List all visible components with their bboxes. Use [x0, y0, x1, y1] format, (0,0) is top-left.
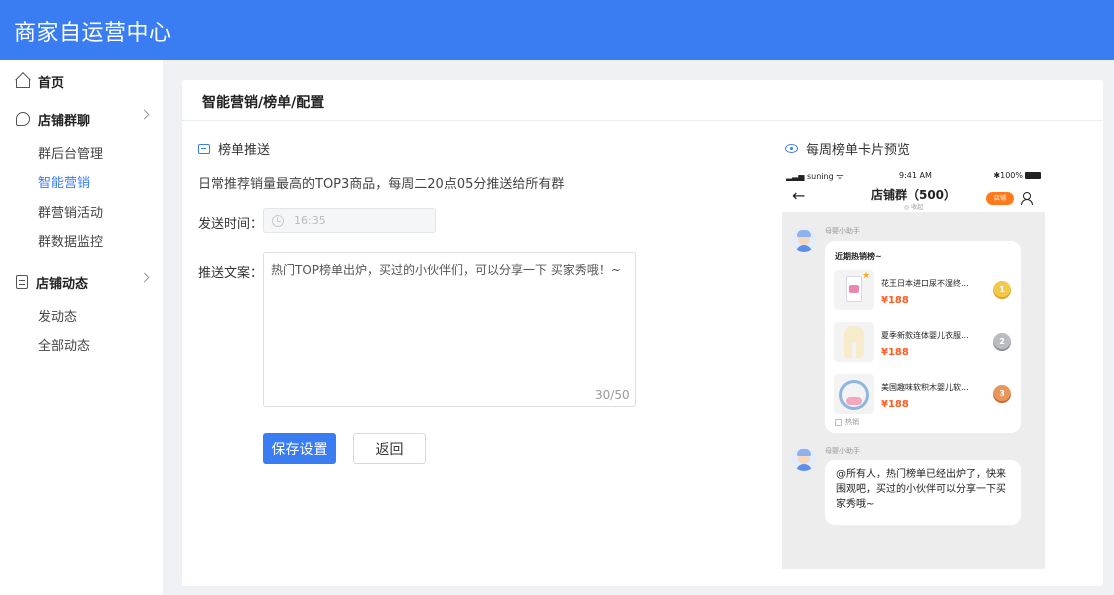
battery-icon — [1025, 172, 1041, 179]
preview-title-text: 每周榜单卡片预览 — [806, 143, 911, 158]
char-counter: 30/50 — [595, 388, 630, 402]
document-icon — [16, 275, 28, 289]
message-bubble: @所有人，热门榜单已经出炉了，快来围观吧，买过的小伙伴可以分享一下买家秀哦~ — [825, 460, 1021, 525]
shop-badge[interactable]: 店铺 — [986, 192, 1014, 205]
top-bar: 商家自运营中心 — [0, 0, 1114, 60]
sidebar-item-all-posts[interactable]: 全部动态 — [38, 337, 90, 357]
divider — [182, 120, 1103, 121]
back-button[interactable]: 返回 — [353, 433, 426, 464]
chevron-right-icon — [139, 272, 150, 283]
product-price: ¥188 — [881, 295, 909, 306]
sidebar-item-label: 首页 — [38, 75, 65, 91]
message-label: 推送文案： — [198, 266, 264, 281]
avatar — [792, 447, 816, 471]
product-thumbnail: ★ — [834, 270, 874, 310]
product-name: 花王日本进口尿不湿终... — [881, 279, 969, 288]
sidebar-item-post[interactable]: 发动态 — [38, 308, 77, 328]
sidebar-item-label: 店铺动态 — [36, 276, 89, 292]
sidebar-item-home[interactable]: 首页 — [16, 70, 148, 92]
product-thumbnail — [834, 322, 874, 362]
product-price: ¥188 — [881, 399, 909, 410]
product-name: 夏季新款连体婴儿衣服... — [881, 331, 969, 340]
sidebar-item-group-monitor[interactable]: 群数据监控 — [38, 233, 103, 253]
ranking-item[interactable]: 美国趣味软积木婴儿软... ¥188 3 — [834, 374, 1014, 414]
product-thumbnail — [834, 374, 874, 414]
status-battery: ✱ 100% — [993, 171, 1041, 180]
section-title: 榜单推送 — [198, 139, 270, 158]
chevron-right-icon — [139, 109, 150, 120]
sidebar-item-group-admin[interactable]: 群后台管理 — [38, 145, 103, 165]
sidebar-item-smart-marketing[interactable]: 智能营销 — [38, 174, 90, 194]
gold-medal-icon: 1 — [993, 281, 1011, 299]
sidebar-item-group-campaign[interactable]: 群营销活动 — [38, 204, 103, 224]
status-time: 9:41 AM — [899, 171, 932, 180]
bronze-medal-icon: 3 — [993, 385, 1011, 403]
ranking-item[interactable]: 夏季新款连体婴儿衣服... ¥188 2 — [834, 322, 1014, 362]
section-title-text: 榜单推送 — [218, 143, 271, 158]
product-name: 美国趣味软积木婴儿软... — [881, 383, 969, 392]
section-description: 日常推荐销量最高的TOP3商品，每周二20点05分推送给所有群 — [198, 177, 565, 192]
phone-preview: ▂▃▅ suning ᯤ 9:41 AM ✱ 100% ← 店铺群（500） ◎… — [782, 166, 1045, 569]
sidebar-shop-feed[interactable]: 店铺动态 — [16, 271, 150, 293]
message-textarea[interactable]: 热门TOP榜单出炉，买过的小伙伴们，可以分享一下 买家秀哦！~ — [263, 252, 636, 407]
send-time-value: 16:35 — [294, 214, 326, 227]
send-time-input[interactable]: 16:35 — [263, 208, 436, 233]
tag-icon — [835, 418, 842, 426]
chat-icon — [16, 112, 30, 126]
product-price: ¥188 — [881, 347, 909, 358]
sender-name: 母婴小助手 — [825, 227, 860, 235]
breadcrumb: 智能营销/榜单/配置 — [202, 95, 325, 111]
status-carrier: ▂▃▅ suning ᯤ — [786, 172, 844, 181]
sidebar-item-label: 店铺群聊 — [38, 113, 91, 129]
card-icon — [198, 143, 210, 154]
send-time-label: 发送时间： — [198, 217, 264, 232]
user-icon[interactable] — [1020, 192, 1033, 205]
main-panel: 智能营销/榜单/配置 榜单推送 日常推荐销量最高的TOP3商品，每周二20点05… — [182, 80, 1103, 586]
sidebar: 首页 店铺群聊 群后台管理 智能营销 群营销活动 群数据监控 店铺动态 发动态 … — [0, 60, 163, 595]
clock-icon — [272, 214, 284, 227]
eye-icon — [785, 144, 798, 153]
avatar — [792, 228, 816, 252]
silver-medal-icon: 2 — [993, 333, 1011, 351]
preview-title: 每周榜单卡片预览 — [785, 139, 910, 158]
ranking-card[interactable]: 近期热销榜~ ★ 花王日本进口尿不湿终... ¥188 1 夏季新款连体婴儿衣服… — [825, 241, 1021, 433]
ranking-item[interactable]: ★ 花王日本进口尿不湿终... ¥188 1 — [834, 270, 1014, 310]
phone-header: ▂▃▅ suning ᯤ 9:41 AM ✱ 100% ← 店铺群（500） ◎… — [782, 166, 1045, 212]
sidebar-group-chat[interactable]: 店铺群聊 — [16, 108, 150, 130]
save-button[interactable]: 保存设置 — [263, 433, 336, 464]
app-title: 商家自运营中心 — [14, 21, 172, 46]
hot-tag: 热销 — [835, 417, 859, 427]
home-icon — [16, 78, 30, 88]
card-title: 近期热销榜~ — [835, 252, 882, 261]
sender-name: 母婴小助手 — [825, 447, 860, 455]
